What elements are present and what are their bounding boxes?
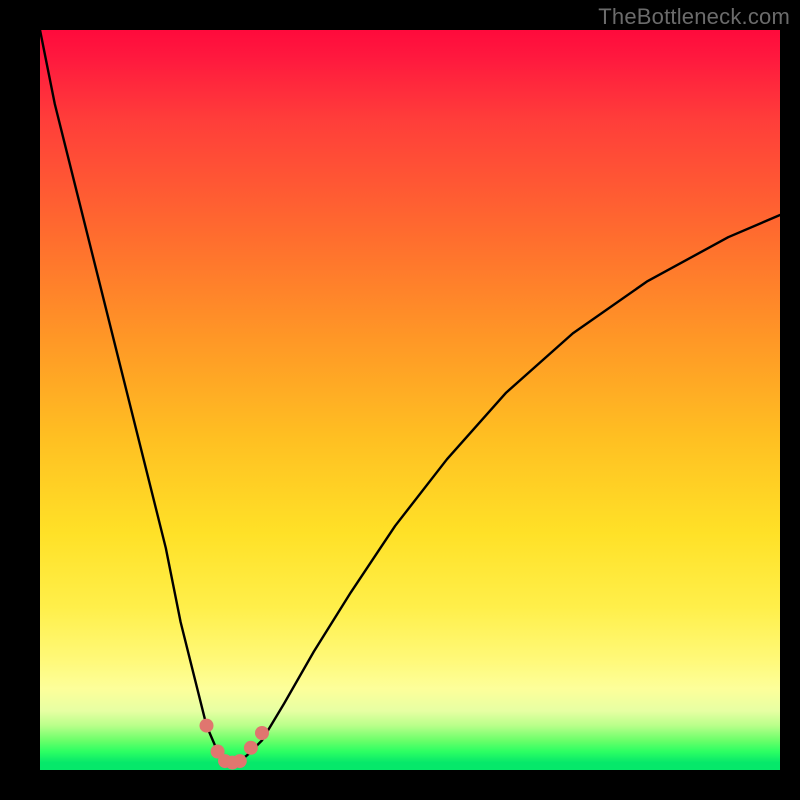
chart-frame: TheBottleneck.com [0, 0, 800, 800]
marker-dot [244, 741, 258, 755]
marker-dot [200, 719, 214, 733]
bottleneck-curve-svg [40, 30, 780, 770]
watermark-text: TheBottleneck.com [598, 4, 790, 30]
bottleneck-curve [40, 30, 780, 763]
plot-area [40, 30, 780, 770]
marker-dot [233, 754, 247, 768]
marker-dot [255, 726, 269, 740]
